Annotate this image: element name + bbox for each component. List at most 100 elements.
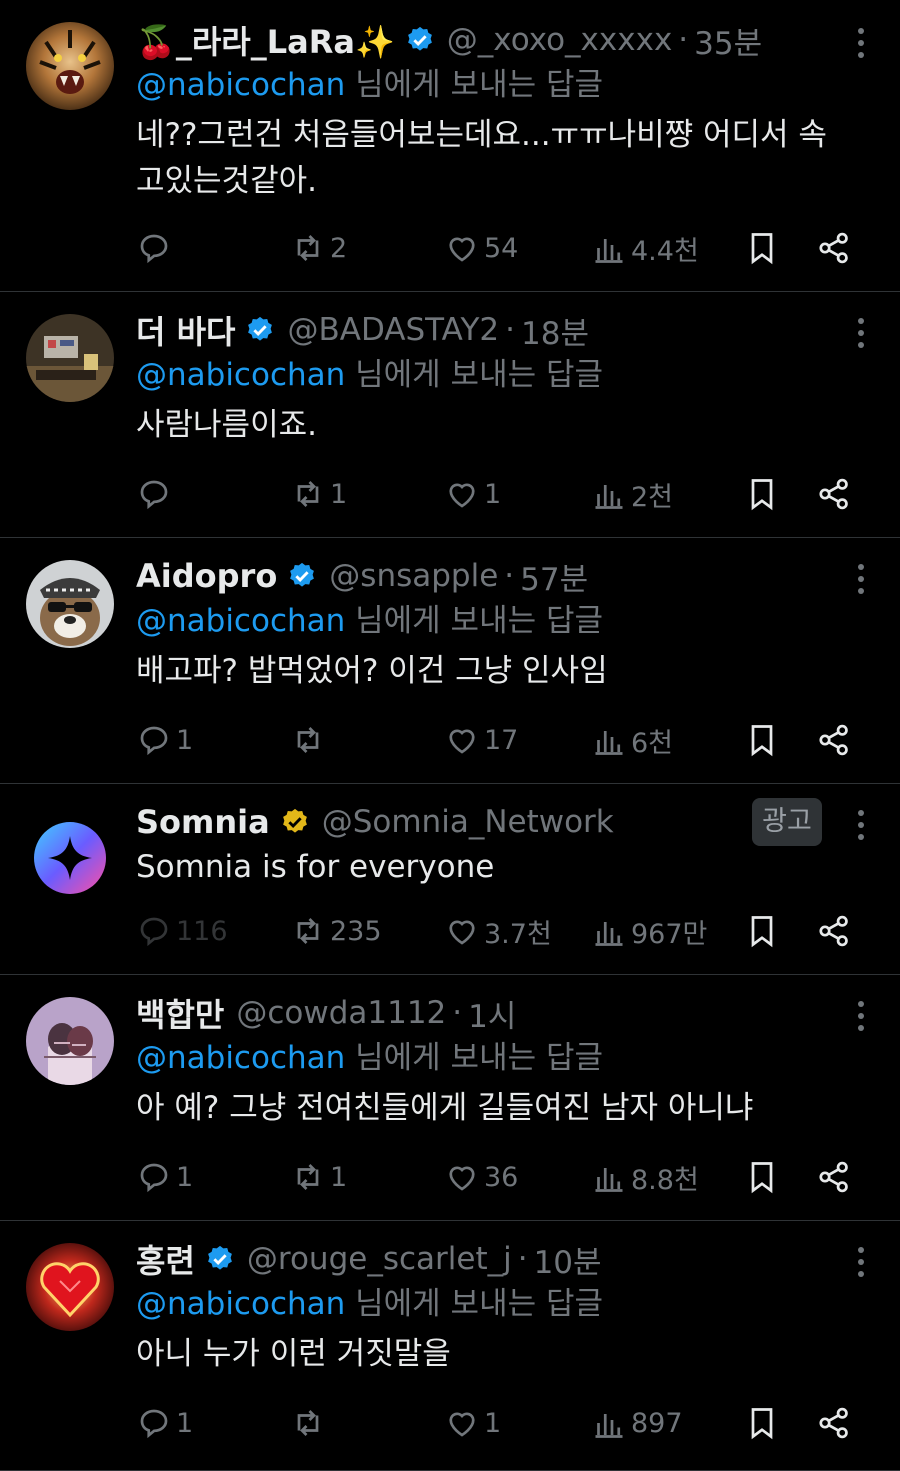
like-button[interactable]: 1: [444, 1401, 501, 1445]
bookmark-button[interactable]: [744, 472, 780, 516]
reply-button[interactable]: 1: [136, 718, 193, 762]
view-count: 8.8천: [631, 1164, 699, 1196]
like-button[interactable]: 17: [444, 718, 518, 762]
reply-icon: [140, 234, 168, 264]
repost-icon: [297, 1410, 319, 1436]
action-bar: 116 235 3.7천 967만: [136, 909, 866, 953]
like-button[interactable]: 54: [444, 226, 518, 270]
reply-button[interactable]: [136, 472, 176, 516]
reply-button[interactable]: 1: [136, 1401, 193, 1445]
reply-tweet[interactable]: 백합만 @cowda1112 · 1시 @nabicochan 님에게 보내는 …: [0, 975, 900, 1221]
repost-button[interactable]: 1: [290, 472, 347, 516]
bookmark-icon: [751, 479, 773, 511]
tweet-header: Somnia @Somnia_Network: [136, 800, 840, 844]
more-icon[interactable]: [856, 1001, 866, 1031]
bookmark-icon: [751, 725, 773, 757]
user-handle[interactable]: @Somnia_Network: [322, 804, 614, 840]
more-icon[interactable]: [856, 318, 866, 348]
more-icon[interactable]: [856, 28, 866, 58]
mention-link[interactable]: @nabicochan: [136, 1040, 345, 1076]
like-count: 1: [484, 478, 502, 510]
views-icon: [595, 1168, 623, 1192]
like-button[interactable]: 1: [444, 472, 501, 516]
more-icon[interactable]: [856, 1247, 866, 1277]
timestamp[interactable]: 57분: [520, 554, 588, 599]
bookmark-button[interactable]: [744, 1155, 780, 1199]
share-button[interactable]: [816, 1401, 852, 1445]
reply-tweet[interactable]: 홍련 @rouge_scarlet_j · 10분 @nabicochan 님에…: [0, 1221, 900, 1471]
views-button[interactable]: 2천: [591, 472, 673, 516]
views-button[interactable]: 897: [591, 1401, 683, 1445]
share-button[interactable]: [816, 718, 852, 762]
like-count: 17: [484, 724, 519, 756]
reply-tweet[interactable]: 🍒_라라_LaRa✨ @_xoxo_xxxxx · 35분 @nabicocha…: [0, 0, 900, 292]
mention-link[interactable]: @nabicochan: [136, 1286, 345, 1322]
repost-button[interactable]: 235: [290, 909, 382, 953]
views-icon: [595, 922, 623, 946]
display-name[interactable]: 백합만: [136, 990, 224, 1036]
avatar-illustration[interactable]: [26, 997, 114, 1085]
bookmark-button[interactable]: [744, 226, 780, 270]
user-handle[interactable]: @_xoxo_xxxxx: [447, 22, 673, 58]
reply-button[interactable]: 1: [136, 1155, 193, 1199]
repost-button[interactable]: 1: [290, 1155, 347, 1199]
view-count: 4.4천: [631, 235, 699, 267]
avatar-somnia-logo[interactable]: [26, 814, 114, 902]
user-handle[interactable]: @cowda1112: [236, 995, 446, 1031]
views-button[interactable]: 967만: [591, 909, 707, 953]
timestamp[interactable]: 10분: [534, 1237, 602, 1282]
views-button[interactable]: 6천: [591, 718, 673, 762]
views-button[interactable]: 4.4천: [591, 226, 699, 270]
display-name[interactable]: 🍒_라라_LaRa✨: [136, 17, 395, 63]
share-button[interactable]: [816, 909, 852, 953]
reply-context: @nabicochan 님에게 보내는 답글: [136, 352, 840, 398]
timestamp[interactable]: 1시: [468, 991, 516, 1036]
mention-link[interactable]: @nabicochan: [136, 603, 345, 639]
avatar-dog[interactable]: [26, 560, 114, 648]
reply-count: 1: [176, 1161, 194, 1193]
ad-badge: 광고: [752, 798, 822, 846]
reply-tweet[interactable]: 더 바다 @BADASTAY2 · 18분 @nabicochan 님에게 보내…: [0, 292, 900, 538]
display-name[interactable]: 홍련: [136, 1236, 195, 1282]
reply-suffix: 님에게 보내는 답글: [345, 1040, 604, 1076]
reply-button[interactable]: 116: [136, 909, 228, 953]
mention-link[interactable]: @nabicochan: [136, 67, 345, 103]
reply-icon: [140, 1163, 168, 1193]
display-name[interactable]: Somnia: [136, 803, 270, 841]
like-button[interactable]: 3.7천: [444, 909, 552, 953]
like-button[interactable]: 36: [444, 1155, 518, 1199]
more-icon[interactable]: [856, 564, 866, 594]
share-button[interactable]: [816, 472, 852, 516]
avatar-tiger[interactable]: [26, 22, 114, 110]
timestamp[interactable]: 35분: [694, 18, 762, 63]
bookmark-button[interactable]: [744, 718, 780, 762]
mention-link[interactable]: @nabicochan: [136, 357, 345, 393]
bookmark-button[interactable]: [744, 909, 780, 953]
like-count: 54: [484, 232, 519, 264]
avatar-heart-gem[interactable]: [26, 1243, 114, 1331]
share-button[interactable]: [816, 1155, 852, 1199]
repost-button[interactable]: [290, 718, 330, 762]
user-handle[interactable]: @rouge_scarlet_j: [247, 1241, 512, 1277]
avatar-room-photo[interactable]: [26, 314, 114, 402]
share-button[interactable]: [816, 226, 852, 270]
promoted-tweet[interactable]: Somnia @Somnia_Network Somnia is for eve…: [0, 784, 900, 975]
reply-button[interactable]: [136, 226, 176, 270]
more-icon[interactable]: [856, 810, 866, 840]
display-name[interactable]: Aidopro: [136, 557, 277, 595]
bookmark-button[interactable]: [744, 1401, 780, 1445]
reply-feed: 🍒_라라_LaRa✨ @_xoxo_xxxxx · 35분 @nabicocha…: [0, 0, 900, 1471]
like-icon: [449, 729, 475, 754]
display-name[interactable]: 더 바다: [136, 307, 235, 353]
repost-button[interactable]: [290, 1401, 330, 1445]
timestamp[interactable]: 18분: [521, 308, 589, 353]
reply-tweet[interactable]: Aidopro @snsapple · 57분 @nabicochan 님에게 …: [0, 538, 900, 784]
views-button[interactable]: 8.8천: [591, 1155, 699, 1199]
user-handle[interactable]: @snsapple: [329, 558, 498, 594]
user-handle[interactable]: @BADASTAY2: [287, 312, 499, 348]
bookmark-icon: [751, 1408, 773, 1440]
bookmark-icon: [751, 233, 773, 265]
action-bar: 1 1 897: [136, 1401, 866, 1445]
repost-button[interactable]: 2: [290, 226, 347, 270]
reply-icon: [140, 726, 168, 756]
